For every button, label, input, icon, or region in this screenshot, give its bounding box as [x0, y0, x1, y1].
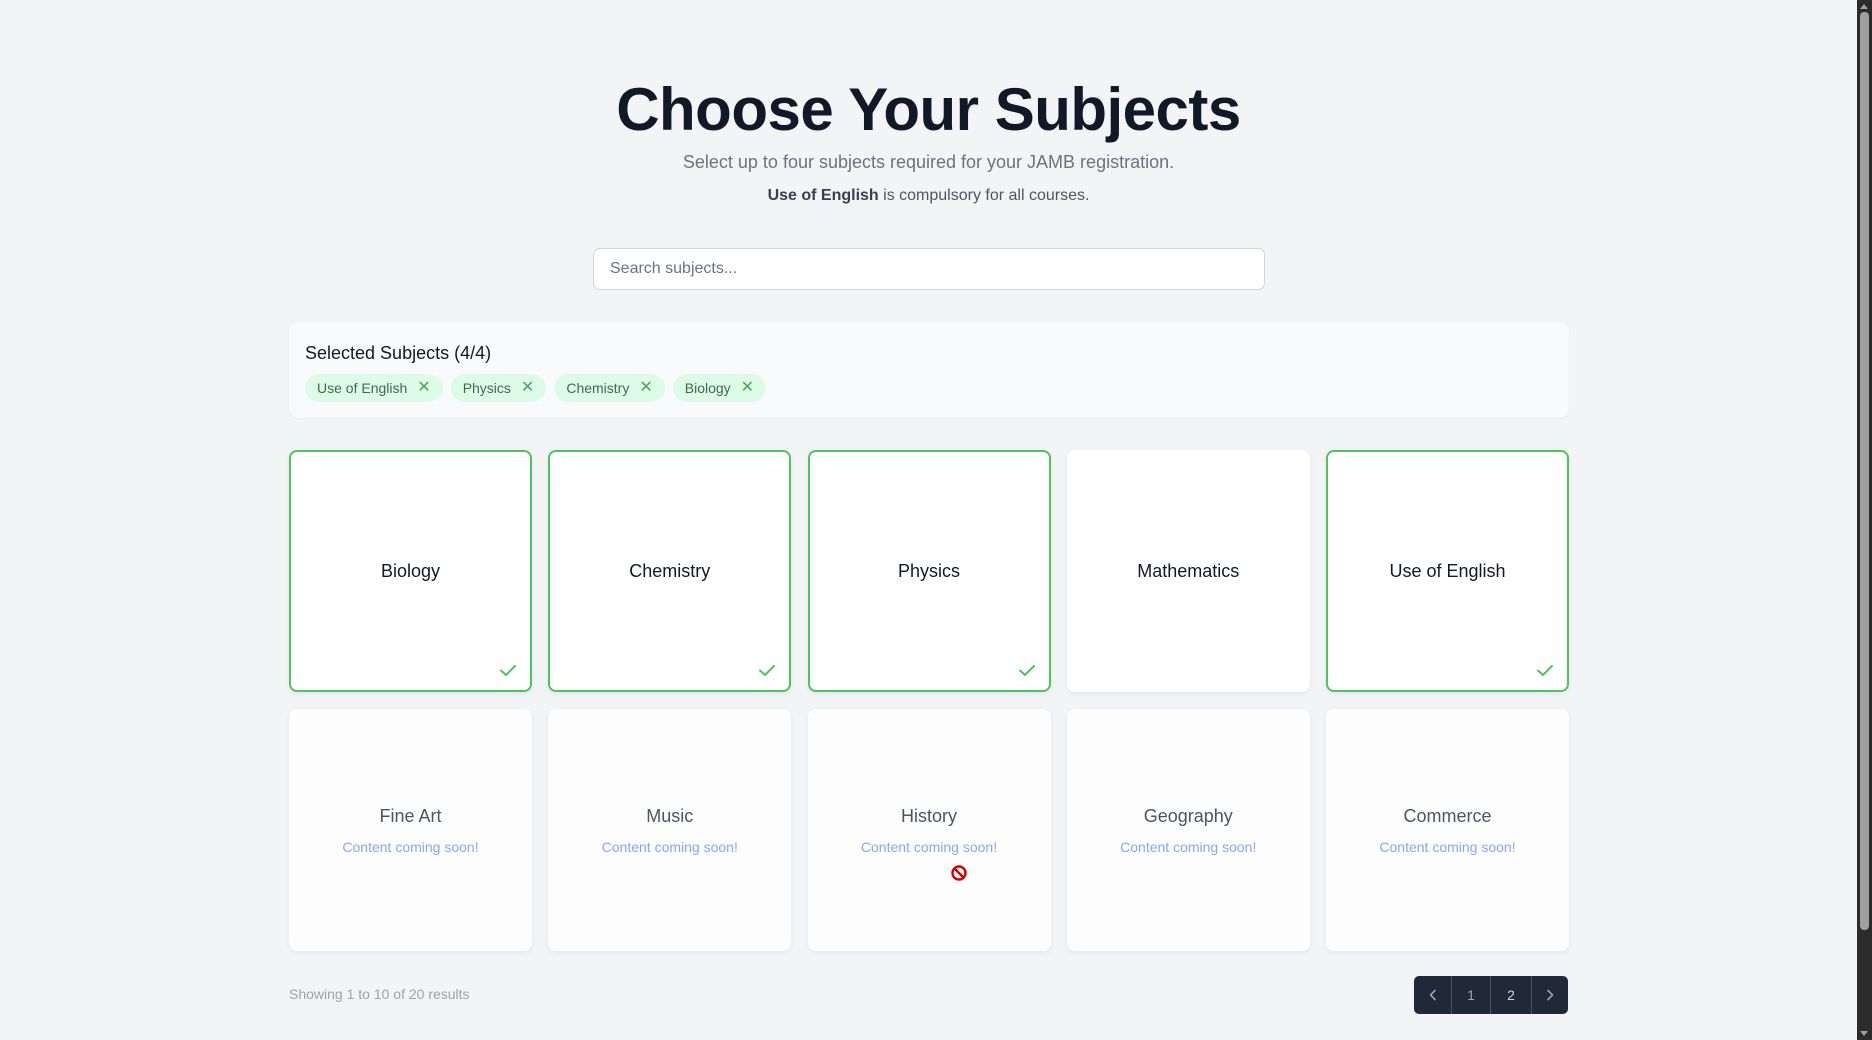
- subject-card-chemistry[interactable]: Chemistry: [548, 450, 792, 692]
- subject-name: Use of English: [1389, 561, 1506, 581]
- scroll-down-arrow-icon[interactable]: [1860, 1031, 1868, 1036]
- subject-name: Mathematics: [1137, 561, 1240, 581]
- scrollbar-thumb[interactable]: [1860, 12, 1869, 930]
- selected-chip: Biology ✕: [672, 374, 767, 402]
- selected-chip: Physics ✕: [450, 374, 547, 402]
- subject-card-mathematics[interactable]: Mathematics: [1066, 450, 1310, 692]
- results-summary: Showing 1 to 10 of 20 results: [289, 986, 470, 1002]
- chevron-right-icon: [1547, 989, 1554, 1001]
- compulsory-subject: Use of English: [767, 187, 879, 204]
- close-icon[interactable]: ✕: [521, 380, 534, 396]
- subject-card-music[interactable]: Music Content coming soon!: [548, 709, 792, 951]
- chip-label: Biology: [684, 380, 731, 396]
- page-button-2[interactable]: 2: [1490, 976, 1531, 1014]
- selected-subjects-title: Selected Subjects (4/4): [305, 343, 492, 363]
- selected-chip: Chemistry ✕: [554, 374, 665, 402]
- subject-card-physics[interactable]: Physics: [807, 450, 1051, 692]
- page-subtitle: Select up to four subjects required for …: [682, 152, 1175, 172]
- subject-card-use-of-english[interactable]: Use of English: [1326, 450, 1569, 692]
- search-input[interactable]: [593, 248, 1265, 290]
- close-icon[interactable]: ✕: [741, 380, 754, 396]
- close-icon[interactable]: ✕: [417, 380, 430, 396]
- close-icon[interactable]: ✕: [639, 380, 652, 396]
- coming-soon-label: Content coming soon!: [342, 839, 479, 855]
- selected-chip: Use of English ✕: [305, 374, 443, 402]
- coming-soon-label: Content coming soon!: [860, 839, 998, 855]
- next-page-button[interactable]: [1531, 976, 1568, 1014]
- check-icon: [759, 665, 776, 676]
- subject-name: Biology: [380, 561, 441, 581]
- check-icon: [1537, 665, 1553, 676]
- subject-card-history[interactable]: History Content coming soon!: [807, 709, 1051, 951]
- subject-card-biology[interactable]: Biology: [289, 450, 532, 692]
- subject-name: Fine Art: [379, 806, 442, 826]
- not-allowed-cursor-icon: [951, 865, 967, 881]
- subject-name: Physics: [897, 561, 960, 581]
- pagination: 1 2: [1414, 976, 1568, 1014]
- subject-name: Chemistry: [629, 561, 711, 581]
- chip-label: Use of English: [317, 380, 408, 396]
- compulsory-note: Use of English is compulsory for all cou…: [0, 185, 1857, 207]
- subject-name: History: [900, 806, 957, 826]
- subject-name: Music: [646, 806, 694, 826]
- compulsory-note-text: is compulsory for all courses.: [878, 187, 1090, 204]
- chip-label: Chemistry: [566, 380, 630, 396]
- coming-soon-label: Content coming soon!: [1120, 839, 1257, 855]
- subject-card-geography[interactable]: Geography Content coming soon!: [1066, 709, 1310, 951]
- previous-page-button[interactable]: [1414, 976, 1451, 1014]
- subject-name: Geography: [1143, 806, 1233, 826]
- chevron-left-icon: [1429, 989, 1436, 1001]
- subject-name: Commerce: [1403, 806, 1492, 826]
- coming-soon-label: Content coming soon!: [1379, 839, 1516, 855]
- vertical-scrollbar[interactable]: [1857, 0, 1872, 1040]
- subject-card-commerce[interactable]: Commerce Content coming soon!: [1326, 709, 1569, 951]
- check-icon: [500, 665, 516, 676]
- selected-subjects-panel: Selected Subjects (4/4) Use of English ✕…: [289, 322, 1569, 418]
- subject-selection-page: Choose Your Subjects Select up to four s…: [0, 0, 1857, 1040]
- scroll-up-arrow-icon[interactable]: [1860, 4, 1868, 9]
- chip-label: Physics: [462, 380, 511, 396]
- selected-chips: Use of English ✕ Physics ✕ Chemistry ✕ B…: [305, 374, 767, 402]
- coming-soon-label: Content coming soon!: [601, 839, 738, 855]
- subject-grid: Biology Chemistry Physics Mathematics Us…: [289, 450, 1569, 951]
- subject-card-fine-art[interactable]: Fine Art Content coming soon!: [289, 709, 532, 951]
- page-title: Choose Your Subjects: [616, 76, 1241, 143]
- page-button-1[interactable]: 1: [1451, 976, 1490, 1014]
- check-icon: [1018, 665, 1035, 676]
